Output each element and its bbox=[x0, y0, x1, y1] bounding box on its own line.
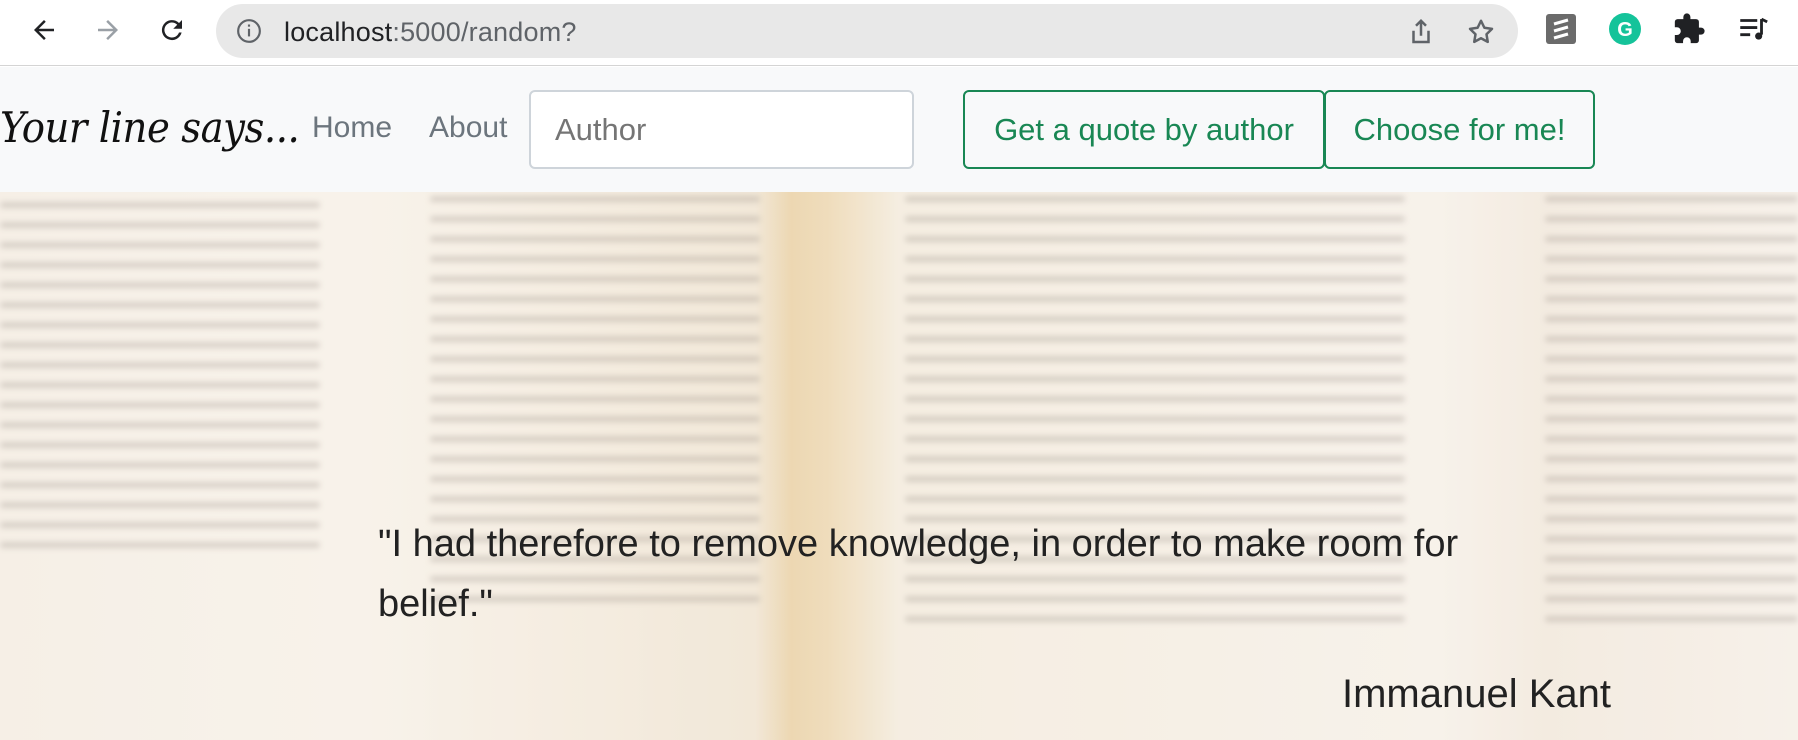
brand-logo[interactable]: Your line says... bbox=[0, 103, 300, 152]
author-input[interactable] bbox=[529, 90, 914, 169]
back-icon[interactable] bbox=[24, 10, 64, 50]
share-icon[interactable] bbox=[1406, 17, 1436, 47]
url-host: localhost bbox=[284, 17, 393, 47]
puzzle-icon[interactable] bbox=[1672, 12, 1706, 46]
reading-list-icon[interactable] bbox=[1736, 12, 1770, 46]
browser-toolbar: localhost:5000/random? G bbox=[0, 0, 1798, 66]
quote-text: "I had therefore to remove knowledge, in… bbox=[378, 523, 1459, 625]
quote-author: Immanuel Kant bbox=[1341, 672, 1611, 716]
info-icon[interactable] bbox=[236, 18, 262, 44]
site-navbar: Your line says... Home About Get a quote… bbox=[0, 67, 1798, 192]
svg-text:G: G bbox=[1617, 19, 1633, 41]
extension-stack-icon[interactable] bbox=[1544, 12, 1578, 46]
nav-link-home[interactable]: Home bbox=[312, 111, 392, 145]
nav-link-about[interactable]: About bbox=[429, 111, 507, 145]
background-overlay bbox=[0, 192, 1798, 740]
url-text[interactable]: localhost:5000/random? bbox=[284, 17, 577, 48]
grammarly-icon[interactable]: G bbox=[1608, 12, 1642, 46]
get-quote-by-author-button[interactable]: Get a quote by author bbox=[963, 90, 1325, 169]
choose-for-me-button[interactable]: Choose for me! bbox=[1324, 90, 1595, 169]
star-icon[interactable] bbox=[1466, 17, 1496, 47]
url-path: :5000/random? bbox=[392, 17, 577, 47]
forward-icon[interactable] bbox=[88, 10, 128, 50]
address-bar[interactable]: localhost:5000/random? bbox=[216, 4, 1518, 58]
book-background-image bbox=[0, 192, 1798, 740]
reload-icon[interactable] bbox=[152, 10, 192, 50]
